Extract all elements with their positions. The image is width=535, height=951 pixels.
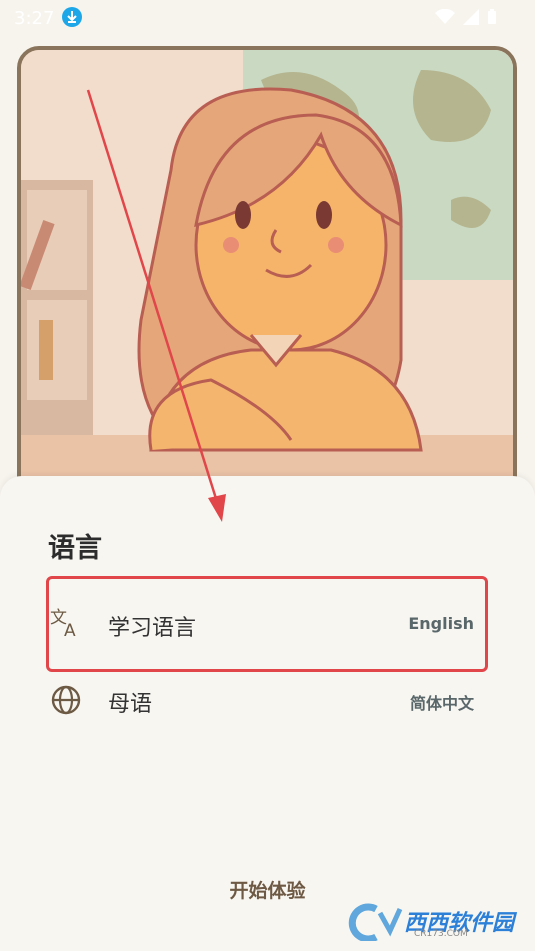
highlight-annotation — [46, 576, 488, 672]
download-icon — [62, 7, 82, 27]
watermark-subtext: CR173.COM — [414, 929, 468, 939]
start-button[interactable]: 开始体验 — [0, 876, 535, 903]
wifi-icon — [435, 9, 455, 24]
native-language-value: 简体中文 — [409, 694, 474, 713]
native-language-label: 母语 — [108, 692, 153, 717]
battery-icon — [488, 9, 496, 24]
status-icons — [435, 9, 497, 25]
native-language-row[interactable]: 母语 简体中文 — [46, 668, 486, 748]
language-sheet: 语言 文 A 学习语言 English 母语 简体中文 开始体验 — [0, 476, 535, 951]
globe-icon — [50, 684, 82, 716]
sheet-title: 语言 — [48, 533, 102, 564]
status-time: 3:27 — [14, 8, 55, 29]
signal-icon — [463, 9, 479, 25]
watermark-logo-icon — [348, 903, 403, 943]
watermark-logo: 西西软件园 CR173.COM — [346, 903, 521, 943]
hero-illustration — [17, 46, 517, 516]
status-bar: 3:27 — [0, 0, 535, 36]
